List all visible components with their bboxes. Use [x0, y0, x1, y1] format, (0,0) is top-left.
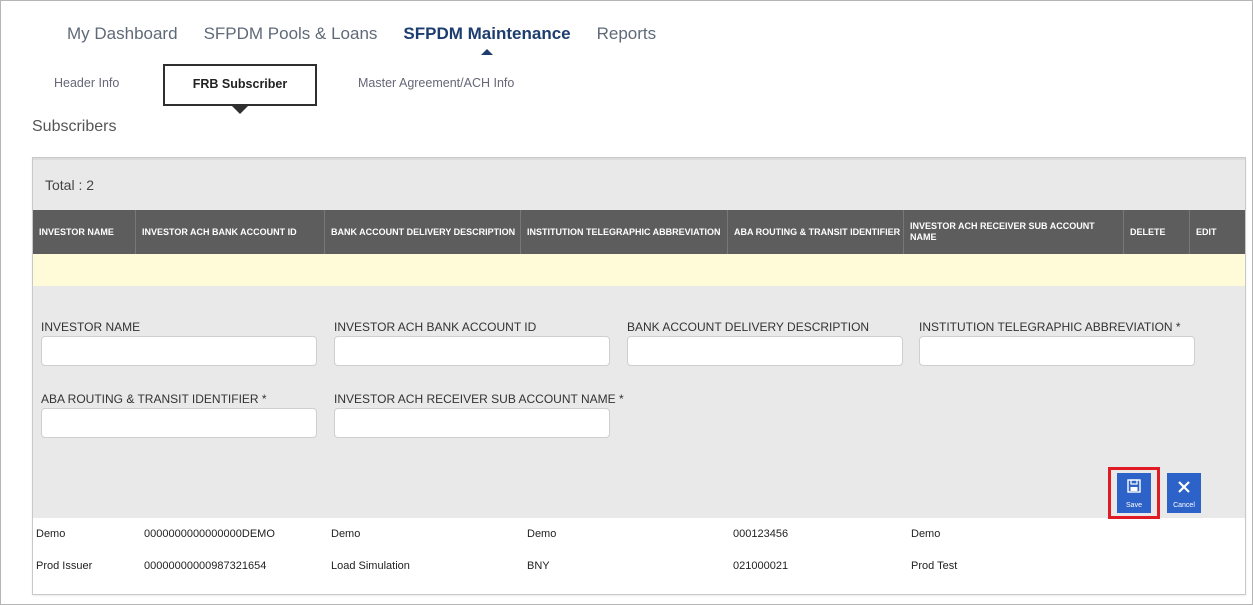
save-button[interactable]: Save — [1117, 473, 1151, 513]
column-header-sub-account[interactable]: INVESTOR ACH RECEIVER SUB ACCOUNT NAME — [904, 210, 1124, 254]
delivery-desc-label: BANK ACCOUNT DELIVERY DESCRIPTION — [627, 320, 870, 334]
tab-frb-subscriber[interactable]: FRB Subscriber — [163, 64, 317, 114]
nav-maintenance[interactable]: SFPDM Maintenance — [403, 24, 571, 55]
nav-pools-loans[interactable]: SFPDM Pools & Loans — [204, 24, 378, 44]
cell-delivery-desc: Demo — [331, 528, 361, 540]
cell-sub-account: Demo — [911, 528, 941, 540]
sub-tabs: Header Info FRB Subscriber Master Agreem… — [0, 64, 1251, 114]
active-tab-caret-icon — [232, 106, 248, 114]
top-navigation: My Dashboard SFPDM Pools & Loans SFPDM M… — [67, 24, 682, 55]
column-header-aba[interactable]: ABA ROUTING & TRANSIT IDENTIFIER — [728, 210, 904, 254]
subscribers-panel: Total : 2 INVESTOR NAME INVESTOR ACH BAN… — [32, 157, 1246, 595]
nav-maintenance-label: SFPDM Maintenance — [403, 24, 571, 43]
sub-account-label: INVESTOR ACH RECEIVER SUB ACCOUNT NAME * — [334, 392, 624, 406]
cancel-button-label: Cancel — [1173, 502, 1195, 509]
cell-aba: 021000021 — [733, 560, 789, 572]
cancel-button[interactable]: Cancel — [1167, 473, 1201, 513]
nav-reports[interactable]: Reports — [597, 24, 657, 44]
total-count: Total : 2 — [45, 177, 95, 193]
save-button-label: Save — [1126, 502, 1142, 509]
active-indicator-icon — [481, 49, 494, 55]
cell-ach-account: 0000000000000000DEMO — [144, 528, 275, 540]
delivery-desc-input[interactable] — [627, 336, 903, 366]
table-header: INVESTOR NAME INVESTOR ACH BANK ACCOUNT … — [33, 210, 1245, 254]
column-header-delete: DELETE — [1124, 210, 1190, 254]
total-bar: Total : 2 — [33, 158, 1245, 212]
table-row[interactable]: Demo 0000000000000000DEMO Demo Demo 0001… — [33, 518, 1245, 550]
floppy-disk-icon — [1127, 479, 1141, 493]
investor-name-label: INVESTOR NAME — [41, 320, 141, 334]
column-header-investor-name[interactable]: INVESTOR NAME — [33, 210, 136, 254]
subscriber-form: INVESTOR NAME INVESTOR ACH BANK ACCOUNT … — [33, 286, 1245, 519]
ach-account-input[interactable] — [334, 336, 610, 366]
tab-header-info[interactable]: Header Info — [54, 64, 119, 102]
investor-name-input[interactable] — [41, 336, 317, 366]
sub-account-input[interactable] — [334, 408, 610, 438]
aba-label: ABA ROUTING & TRANSIT IDENTIFIER * — [41, 392, 267, 406]
telegraphic-input[interactable] — [919, 336, 1195, 366]
new-row-highlight — [33, 254, 1245, 286]
aba-input[interactable] — [41, 408, 317, 438]
nav-my-dashboard[interactable]: My Dashboard — [67, 24, 178, 44]
column-header-ach-account[interactable]: INVESTOR ACH BANK ACCOUNT ID — [136, 210, 325, 254]
telegraphic-label: INSTITUTION TELEGRAPHIC ABBREVIATION * — [919, 320, 1181, 334]
column-header-edit: EDIT — [1196, 226, 1217, 237]
cell-telegraphic: BNY — [527, 560, 550, 572]
tab-frb-subscriber-label: FRB Subscriber — [192, 77, 288, 91]
cell-aba: 000123456 — [733, 528, 789, 540]
cell-investor-name: Demo — [36, 528, 66, 540]
cell-investor-name: Prod Issuer — [36, 560, 93, 572]
column-header-delivery-desc[interactable]: BANK ACCOUNT DELIVERY DESCRIPTION — [325, 210, 521, 254]
ach-account-label: INVESTOR ACH BANK ACCOUNT ID — [334, 320, 537, 334]
close-icon — [1178, 481, 1190, 493]
column-header-telegraphic[interactable]: INSTITUTION TELEGRAPHIC ABBREVIATION — [521, 210, 728, 254]
tab-master-agreement[interactable]: Master Agreement/ACH Info — [358, 64, 514, 102]
cell-telegraphic: Demo — [527, 528, 557, 540]
cell-sub-account: Prod Test — [911, 560, 958, 572]
cell-delivery-desc: Load Simulation — [331, 560, 410, 572]
table-row[interactable]: Prod Issuer 00000000000987321654 Load Si… — [33, 550, 1245, 582]
cell-ach-account: 00000000000987321654 — [144, 560, 267, 572]
section-title: Subscribers — [32, 118, 117, 135]
